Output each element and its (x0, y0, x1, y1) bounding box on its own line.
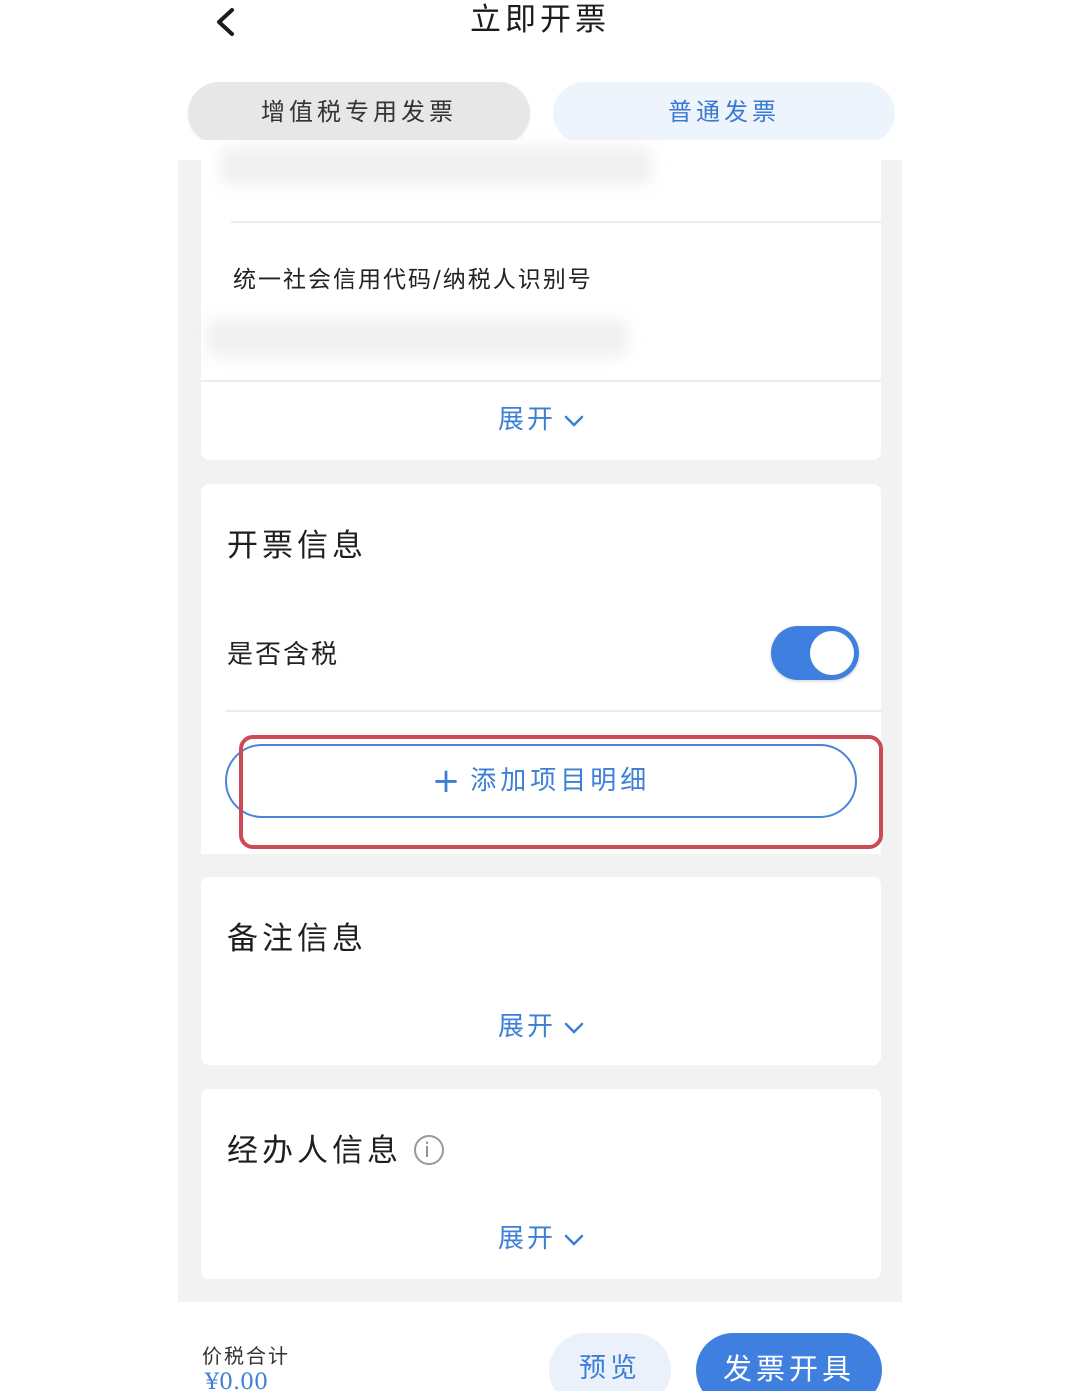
chevron-down-icon (564, 1234, 584, 1246)
buyer-info-card: 统一社会信用代码/纳税人识别号 展开 (201, 140, 881, 460)
redacted-buyer-name (221, 148, 651, 184)
handler-info-title: 经办人信息 i (227, 1125, 444, 1170)
divider (231, 221, 881, 223)
handler-info-card: 经办人信息 i 展开 (201, 1089, 881, 1279)
tax-id-label: 统一社会信用代码/纳税人识别号 (233, 267, 593, 293)
page-title: 立即开票 (470, 2, 610, 38)
issue-invoice-button[interactable]: 发票开具 (696, 1333, 882, 1391)
invoice-info-title: 开票信息 (227, 528, 367, 564)
redacted-tax-id (207, 320, 627, 356)
total-amount: ¥0.00 (205, 1370, 268, 1391)
expand-label: 展开 (497, 1224, 556, 1254)
remarks-title: 备注信息 (227, 921, 367, 957)
expand-label: 展开 (497, 405, 556, 435)
tab-normal-invoice[interactable]: 普通发票 (553, 82, 895, 144)
preview-button[interactable]: 预览 (549, 1333, 671, 1391)
divider (225, 710, 881, 712)
total-label: 价税合计 (202, 1344, 290, 1368)
add-item-label: 添加项目明细 (470, 766, 651, 796)
expand-label: 展开 (497, 1012, 556, 1042)
add-item-details-button[interactable]: + 添加项目明细 (225, 744, 857, 818)
tax-included-label: 是否含税 (227, 640, 340, 670)
remarks-card: 备注信息 展开 (201, 877, 881, 1065)
buyer-expand-button[interactable]: 展开 (201, 400, 881, 440)
handler-expand-button[interactable]: 展开 (201, 1219, 881, 1259)
chevron-down-icon (564, 1022, 584, 1034)
handler-title-text: 经办人信息 (227, 1133, 402, 1169)
invoice-info-card: 开票信息 是否含税 + 添加项目明细 (201, 484, 881, 854)
plus-icon: + (431, 761, 465, 801)
tax-included-toggle[interactable] (771, 626, 859, 680)
info-icon[interactable]: i (414, 1135, 444, 1165)
chevron-down-icon (564, 415, 584, 427)
tab-vat-special-invoice[interactable]: 增值税专用发票 (188, 82, 530, 144)
remarks-expand-button[interactable]: 展开 (201, 1007, 881, 1047)
toggle-knob (810, 631, 854, 675)
divider (201, 380, 881, 382)
invoice-page: 立即开票 增值税专用发票 普通发票 统一社会信用代码/纳税人识别号 展开 开票信… (0, 0, 1080, 1391)
